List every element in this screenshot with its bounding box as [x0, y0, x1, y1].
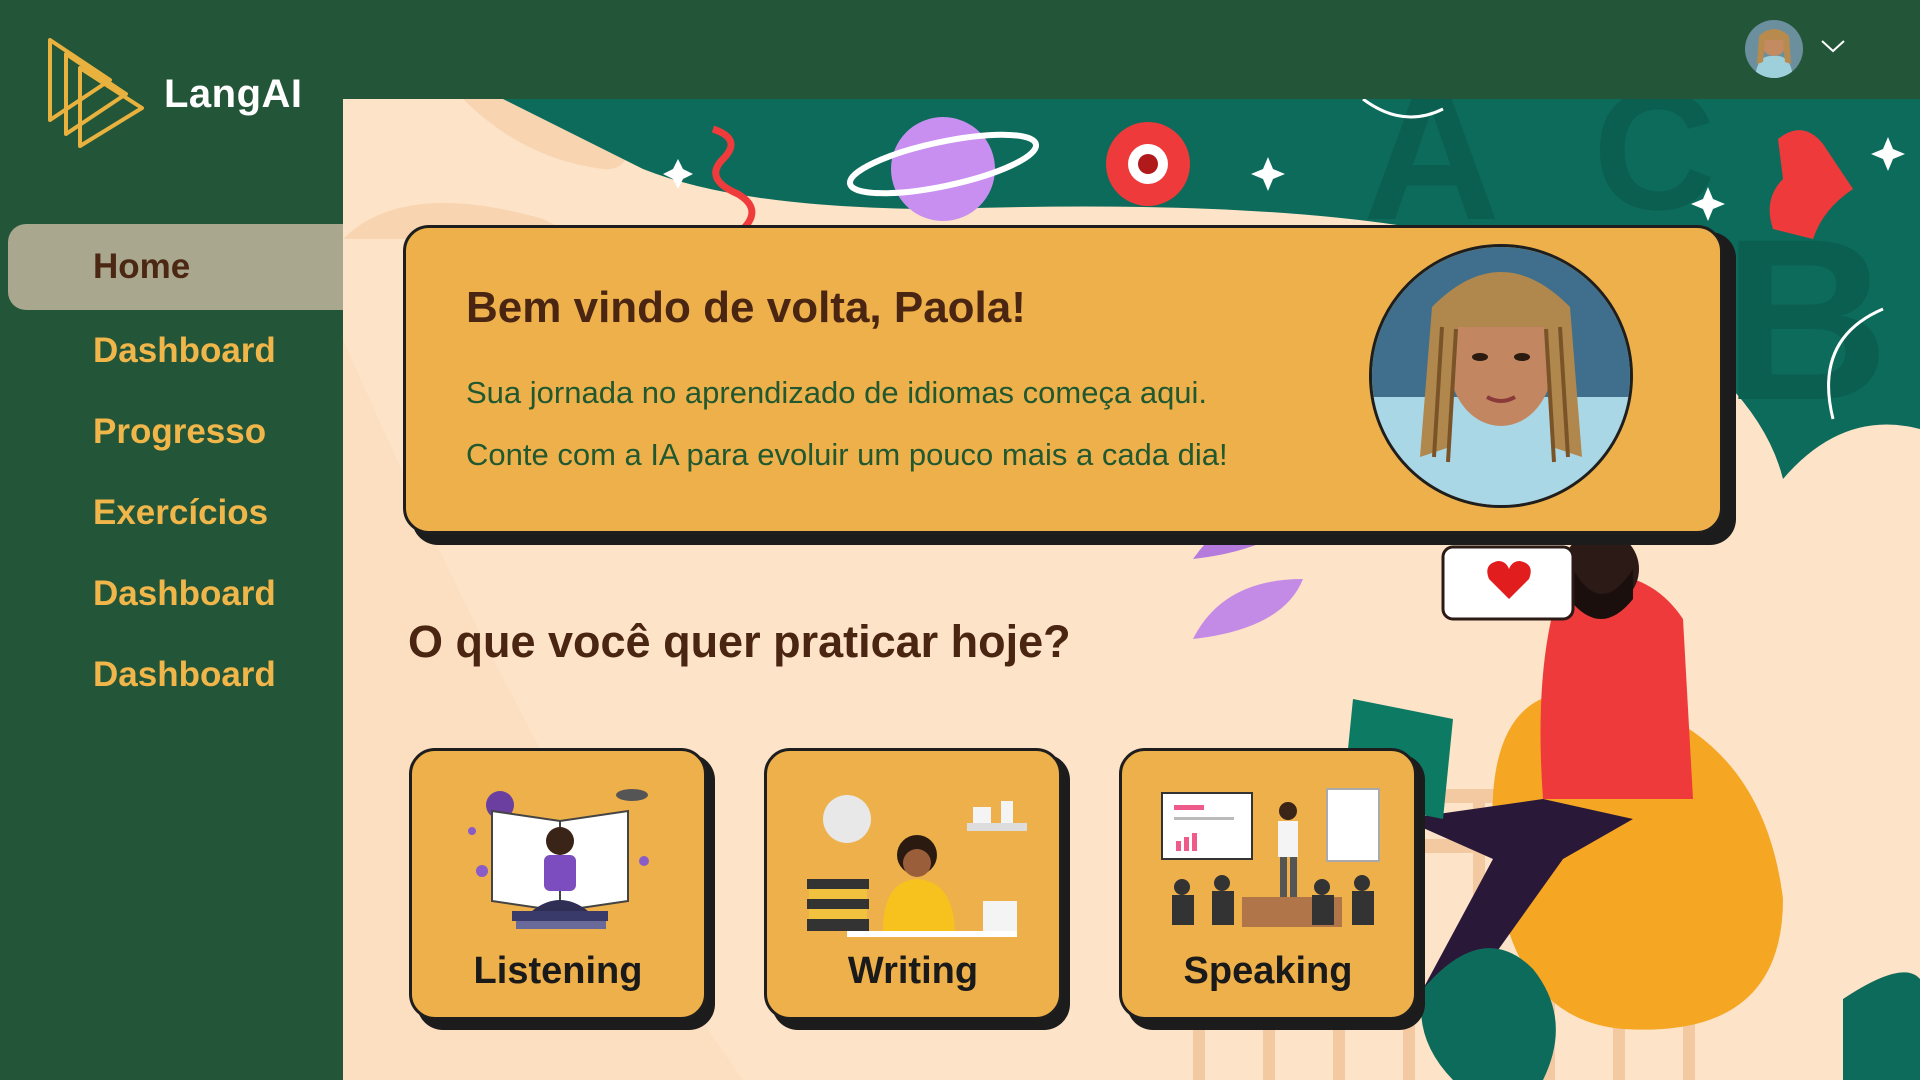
profile-photo [1369, 244, 1633, 508]
sidebar-item-dashboard-2[interactable]: Dashboard [0, 553, 343, 634]
welcome-subtitle-1: Sua jornada no aprendizado de idiomas co… [466, 375, 1208, 410]
speaking-illustration [1161, 788, 1380, 927]
welcome-subtitle-2: Conte com a IA para evoluir um pouco mai… [466, 437, 1228, 472]
writing-card[interactable]: Writing [764, 748, 1062, 1020]
sidebar-nav: Home Dashboard Progresso Exercícios Dash… [0, 224, 343, 715]
brand-name: LangAI [164, 72, 303, 116]
speaking-card[interactable]: Speaking [1119, 748, 1417, 1020]
chevron-down-icon[interactable] [1820, 38, 1846, 54]
welcome-card: Bem vindo de volta, Paola! Sua jornada n… [403, 225, 1723, 534]
sidebar-item-home[interactable]: Home [8, 224, 343, 310]
svg-text:C: C [1593, 99, 1716, 246]
sidebar-item-dashboard[interactable]: Dashboard [0, 310, 343, 391]
sidebar: LangAI Home Dashboard Progresso Exercíci… [0, 0, 343, 1080]
top-bar [343, 0, 1920, 99]
writing-illustration [807, 795, 1027, 937]
practice-heading: O que você quer praticar hoje? [408, 616, 1071, 667]
speaking-label: Speaking [1183, 950, 1353, 992]
user-avatar[interactable] [1745, 20, 1803, 78]
langai-logo-icon [48, 38, 144, 148]
writing-label: Writing [847, 950, 979, 992]
sidebar-item-exercicios[interactable]: Exercícios [0, 472, 343, 553]
welcome-title: Bem vindo de volta, Paola! [466, 283, 1026, 332]
listening-label: Listening [473, 950, 643, 992]
listening-illustration [468, 789, 649, 929]
listening-card[interactable]: Listening [409, 748, 707, 1020]
sidebar-item-dashboard-3[interactable]: Dashboard [0, 634, 343, 715]
sidebar-item-progresso[interactable]: Progresso [0, 391, 343, 472]
